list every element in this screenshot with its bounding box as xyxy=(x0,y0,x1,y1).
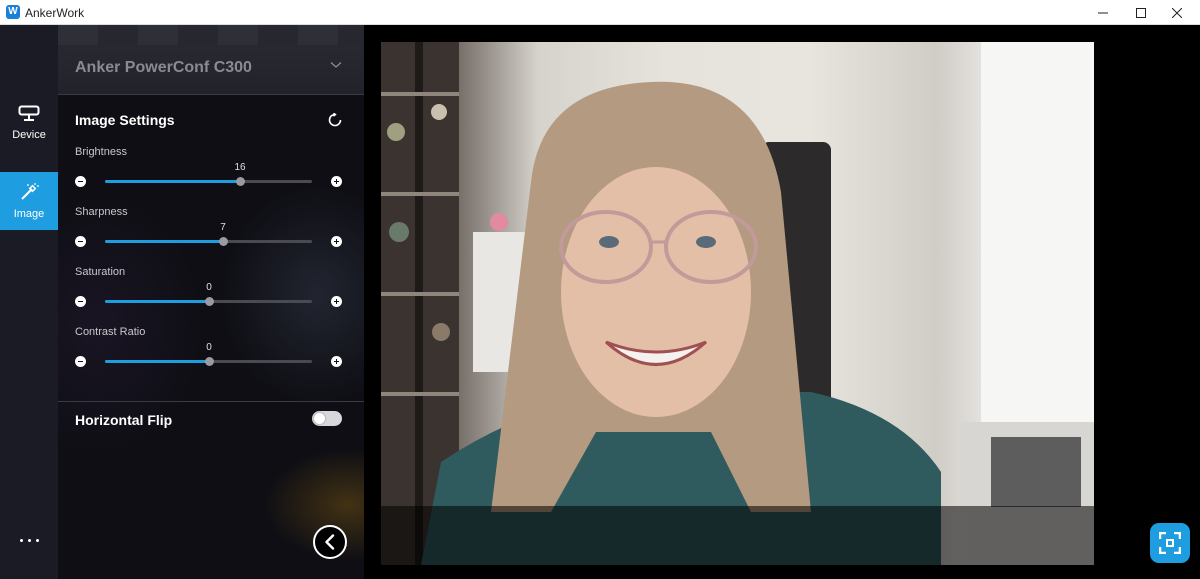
chevron-left-icon xyxy=(325,534,335,550)
chevron-down-icon xyxy=(330,62,342,68)
camera-preview-area xyxy=(364,25,1200,579)
horizontal-flip-toggle[interactable] xyxy=(312,411,342,426)
slider-thumb[interactable] xyxy=(205,297,214,306)
close-button[interactable] xyxy=(1154,0,1200,25)
more-dots-icon[interactable] xyxy=(0,530,58,550)
nav-rail: Device Image xyxy=(0,25,58,579)
close-icon xyxy=(1172,7,1182,18)
sharpness-label: Sharpness xyxy=(75,206,128,218)
sharpness-decrease-button[interactable] xyxy=(75,236,86,247)
saturation-value: 0 xyxy=(206,282,212,293)
nav-item-device[interactable]: Device xyxy=(0,95,58,153)
horizontal-flip-label: Horizontal Flip xyxy=(75,412,173,428)
brightness-decrease-button[interactable] xyxy=(75,176,86,187)
slider-thumb[interactable] xyxy=(236,177,245,186)
image-settings-title: Image Settings xyxy=(75,112,175,128)
nav-item-label: Image xyxy=(13,208,45,220)
reset-icon[interactable] xyxy=(328,113,342,127)
brightness-increase-button[interactable] xyxy=(331,176,342,187)
brightness-slider[interactable] xyxy=(105,177,312,186)
sharpness-slider[interactable] xyxy=(105,237,312,246)
anker-logo-icon: W xyxy=(6,5,20,19)
slider-thumb[interactable] xyxy=(205,357,214,366)
preview-control-bar xyxy=(381,506,1094,565)
camera-preview xyxy=(381,42,1094,565)
device-name: Anker PowerConf C300 xyxy=(75,59,252,76)
magic-wand-icon xyxy=(21,183,39,200)
camera-feed-image xyxy=(381,42,1094,565)
minimize-icon xyxy=(1098,12,1108,13)
slider-thumb[interactable] xyxy=(219,237,228,246)
divider xyxy=(58,401,364,402)
maximize-icon xyxy=(1136,7,1146,18)
webcam-icon xyxy=(18,105,40,121)
saturation-decrease-button[interactable] xyxy=(75,296,86,307)
window-title: AnkerWork xyxy=(25,6,85,20)
contrast-ratio-decrease-button[interactable] xyxy=(75,356,86,367)
saturation-slider[interactable] xyxy=(105,297,312,306)
collapse-panel-button[interactable] xyxy=(313,525,347,559)
contrast-ratio-value: 0 xyxy=(206,342,212,353)
contrast-ratio-slider[interactable] xyxy=(105,357,312,366)
sharpness-increase-button[interactable] xyxy=(331,236,342,247)
contrast-ratio-increase-button[interactable] xyxy=(331,356,342,367)
nav-item-image[interactable]: Image xyxy=(0,172,58,230)
title-bar: W AnkerWork xyxy=(0,0,1200,25)
brightness-value: 16 xyxy=(234,162,246,173)
saturation-label: Saturation xyxy=(75,266,126,278)
contrast-ratio-label: Contrast Ratio xyxy=(75,326,146,338)
device-selector[interactable]: Anker PowerConf C300 xyxy=(58,25,364,95)
image-settings-panel: Anker PowerConf C300 Image Settings Brig… xyxy=(58,25,364,579)
fullscreen-button[interactable] xyxy=(1150,523,1190,563)
sharpness-value: 7 xyxy=(220,222,226,233)
brightness-label: Brightness xyxy=(75,146,127,158)
saturation-increase-button[interactable] xyxy=(331,296,342,307)
nav-item-label: Device xyxy=(12,129,46,141)
fullscreen-icon xyxy=(1159,532,1181,554)
